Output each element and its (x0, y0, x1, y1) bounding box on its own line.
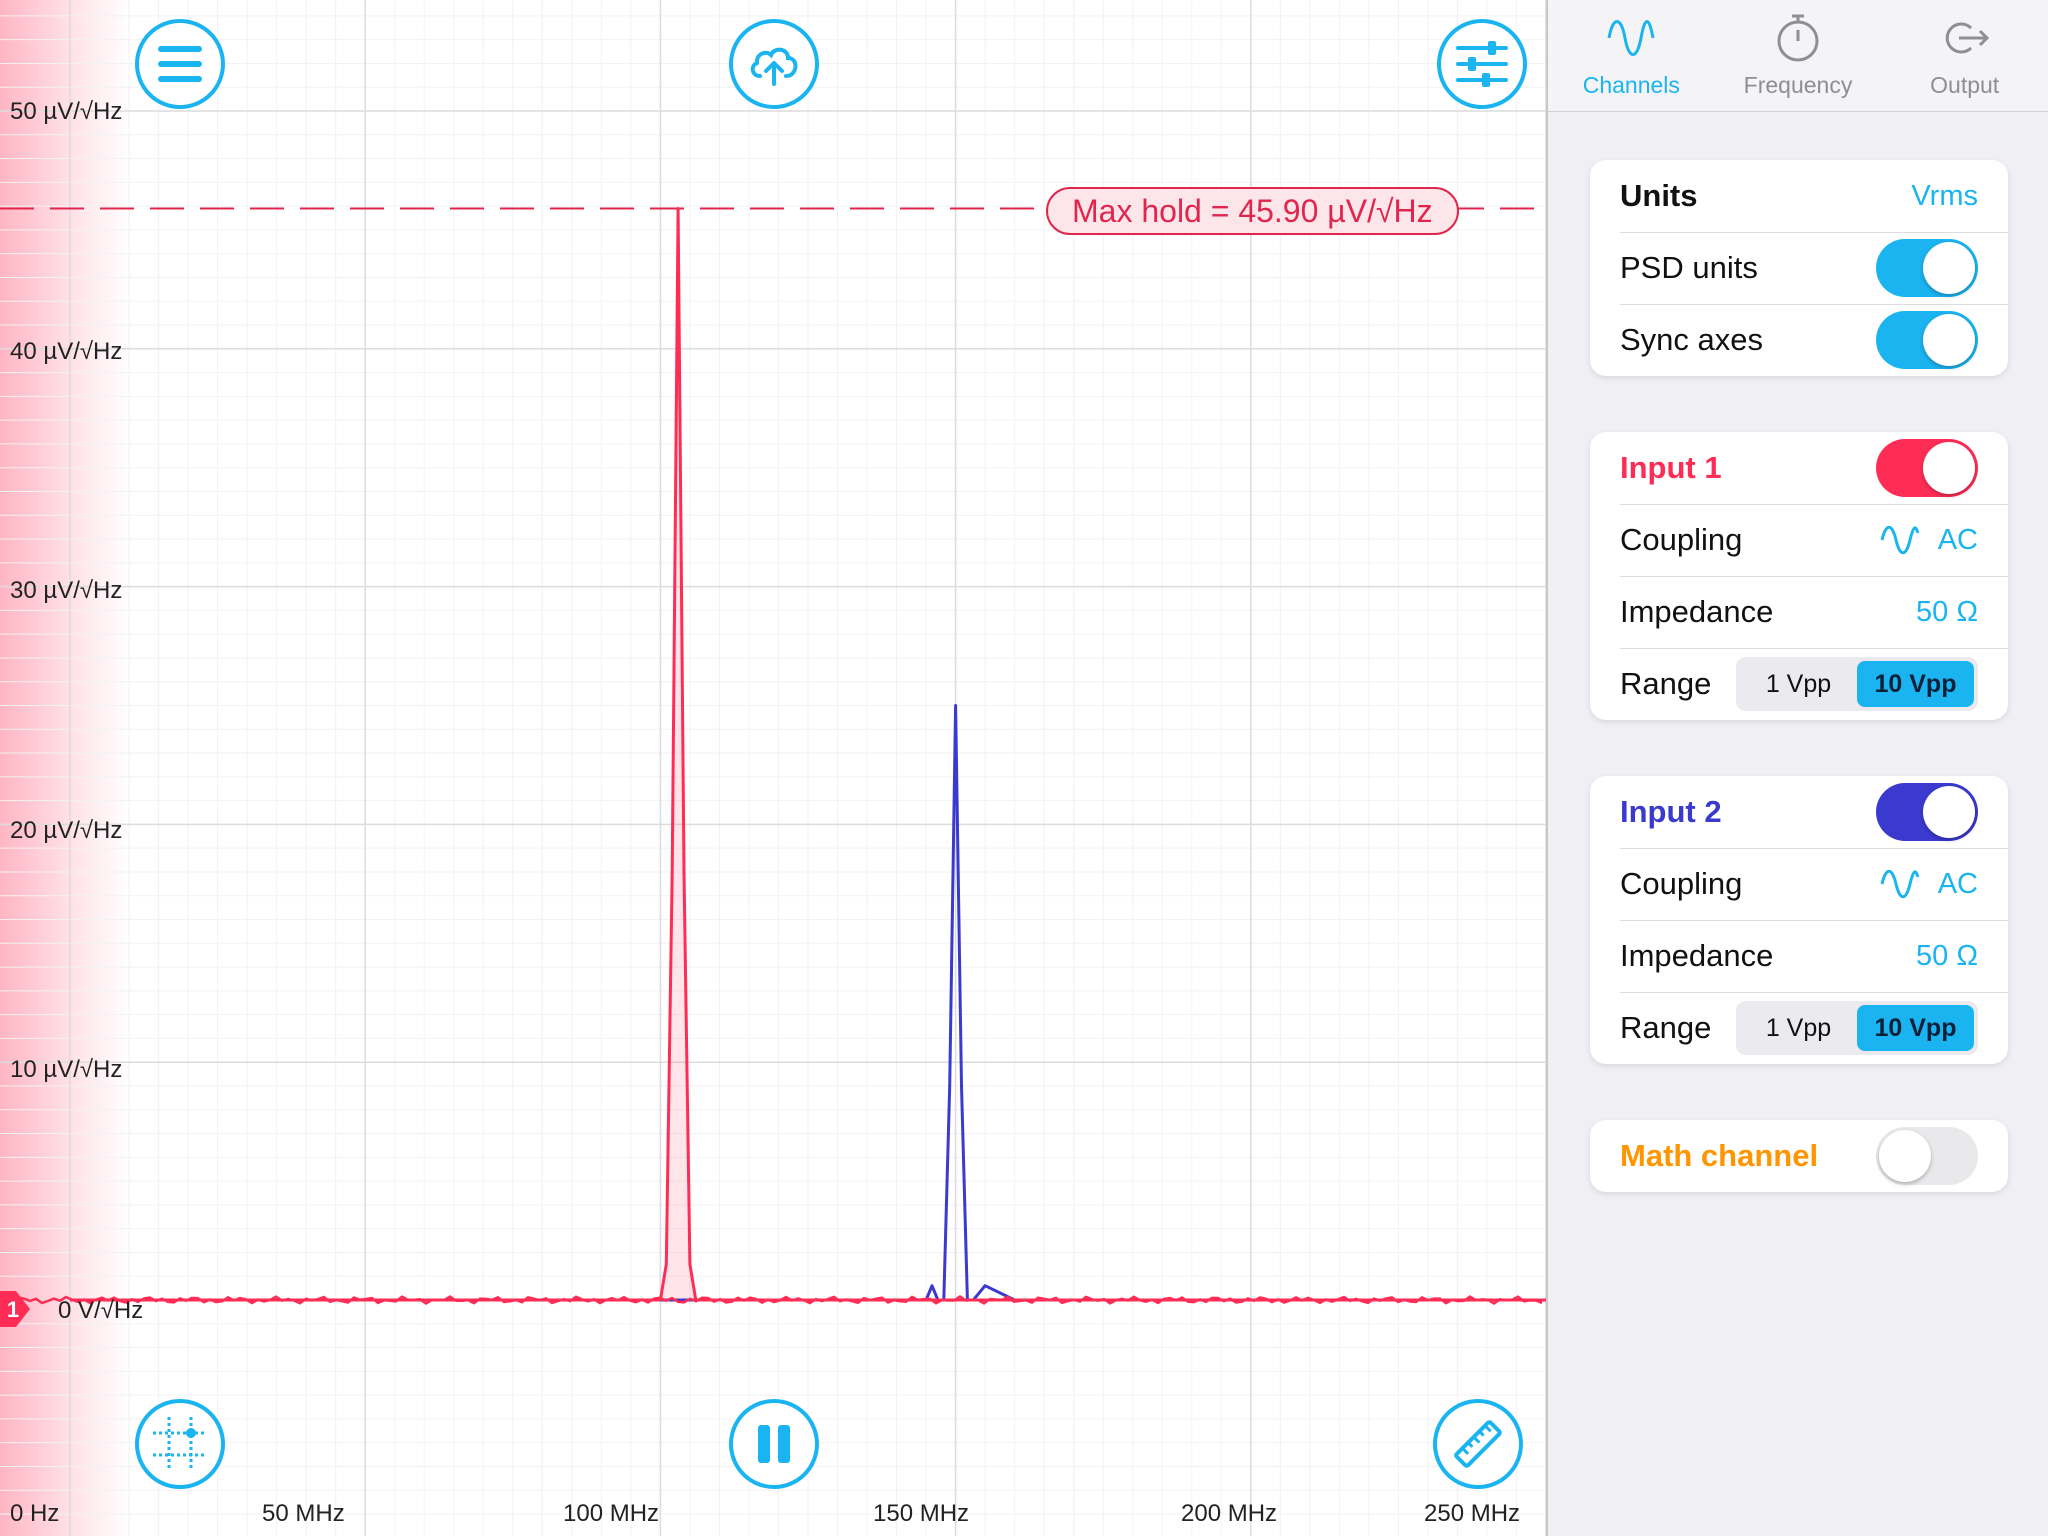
cursors-button[interactable] (135, 1399, 225, 1489)
y-tick-label: 10 µV/√Hz (10, 1056, 123, 1083)
grid-cursor-icon (153, 1417, 207, 1471)
units-card: Units Vrms PSD units Sync axes (1590, 160, 2008, 376)
output-arrow-icon (1945, 22, 1989, 54)
channel-marker-number: 1 (7, 1297, 19, 1322)
coupling-value[interactable]: AC (1938, 868, 1978, 901)
range-segmented-control: 1 Vpp 10 Vpp (1736, 657, 1978, 711)
range-option-10vpp[interactable]: 10 Vpp (1857, 1005, 1974, 1051)
math-channel-row: Math channel (1590, 1120, 2008, 1192)
y-tick-label: 20 µV/√Hz (10, 817, 123, 844)
sync-axes-label: Sync axes (1620, 322, 1764, 357)
tab-label: Output (1930, 72, 2000, 98)
impedance-value[interactable]: 50 Ω (1916, 596, 1978, 629)
spectrum-plot[interactable]: 50 µV/√Hz 40 µV/√Hz 30 µV/√Hz 20 µV/√Hz … (0, 0, 1546, 1536)
impedance-label: Impedance (1620, 938, 1774, 973)
psd-units-label: PSD units (1620, 250, 1758, 285)
settings-sidebar: Channels Frequency Output Units Vrms PSD… (1546, 0, 2048, 1536)
sync-axes-toggle[interactable] (1876, 311, 1978, 369)
max-hold-badge[interactable]: Max hold = 45.90 µV/√Hz (1046, 187, 1459, 235)
units-title: Units (1620, 178, 1698, 213)
sidebar-tabbar: Channels Frequency Output (1548, 0, 2048, 112)
psd-units-toggle[interactable] (1876, 239, 1978, 297)
input-2-header-row: Input 2 (1590, 776, 2008, 848)
input-1-impedance-row[interactable]: Impedance 50 Ω (1590, 576, 2008, 648)
coupling-label: Coupling (1620, 522, 1743, 557)
sine-wave-icon (1880, 525, 1920, 555)
upload-button[interactable] (729, 19, 819, 109)
baseline-noise (0, 1294, 1543, 1305)
input-2-coupling-row[interactable]: Coupling AC (1590, 848, 2008, 920)
psd-units-row: PSD units (1590, 232, 2008, 304)
y-tick-label: 40 µV/√Hz (10, 338, 123, 365)
input-2-toggle[interactable] (1876, 783, 1978, 841)
cloud-upload-icon (750, 47, 798, 86)
input-1-header-row: Input 1 (1590, 432, 2008, 504)
y-tick-label: 50 µV/√Hz (10, 98, 123, 125)
input-2-impedance-row[interactable]: Impedance 50 Ω (1590, 920, 2008, 992)
impedance-label: Impedance (1620, 594, 1774, 629)
sync-axes-row: Sync axes (1590, 304, 2008, 376)
tab-label: Frequency (1743, 72, 1853, 98)
input-2-range-row: Range 1 Vpp 10 Vpp (1590, 992, 2008, 1064)
coupling-label: Coupling (1620, 866, 1743, 901)
x-tick-label: 250 MHz (1424, 1500, 1521, 1527)
menu-button[interactable] (135, 19, 225, 109)
stopwatch-icon (1777, 14, 1819, 62)
sine-wave-icon (1880, 869, 1920, 899)
x-tick-label: 50 MHz (262, 1500, 345, 1527)
pause-icon (758, 1425, 790, 1463)
tab-frequency[interactable]: Frequency (1715, 0, 1882, 111)
math-channel-title: Math channel (1620, 1138, 1819, 1173)
impedance-value[interactable]: 50 Ω (1916, 940, 1978, 973)
input-1-coupling-row[interactable]: Coupling AC (1590, 504, 2008, 576)
settings-button[interactable] (1437, 19, 1527, 109)
range-option-1vpp[interactable]: 1 Vpp (1740, 1005, 1857, 1051)
math-channel-toggle[interactable] (1876, 1127, 1978, 1185)
x-tick-label: 150 MHz (873, 1500, 970, 1527)
input-1-range-row: Range 1 Vpp 10 Vpp (1590, 648, 2008, 720)
x-tick-label: 0 Hz (10, 1500, 60, 1527)
math-channel-card: Math channel (1590, 1120, 2008, 1192)
sine-wave-icon (1607, 20, 1655, 56)
tab-channels[interactable]: Channels (1548, 0, 1715, 111)
ruler-icon (1454, 1420, 1502, 1468)
y-tick-label: 30 µV/√Hz (10, 577, 123, 604)
input-1-card: Input 1 Coupling AC Impedance 50 Ω Range… (1590, 432, 2008, 720)
measure-button[interactable] (1433, 1399, 1523, 1489)
input-1-title: Input 1 (1620, 450, 1722, 485)
input-1-toggle[interactable] (1876, 439, 1978, 497)
sliders-icon (1456, 41, 1508, 87)
range-option-1vpp[interactable]: 1 Vpp (1740, 661, 1857, 707)
range-option-10vpp[interactable]: 10 Vpp (1857, 661, 1974, 707)
input-2-title: Input 2 (1620, 794, 1722, 829)
menu-icon (158, 46, 202, 82)
range-label: Range (1620, 666, 1712, 701)
zero-level-label: 0 V/√Hz (58, 1297, 144, 1324)
tab-output[interactable]: Output (1881, 0, 2048, 111)
tab-label: Channels (1582, 72, 1680, 98)
range-segmented-control: 1 Vpp 10 Vpp (1736, 1001, 1978, 1055)
range-label: Range (1620, 1010, 1712, 1045)
coupling-value[interactable]: AC (1938, 524, 1978, 557)
units-row[interactable]: Units Vrms (1590, 160, 2008, 232)
x-tick-label: 100 MHz (563, 1500, 660, 1527)
x-tick-label: 200 MHz (1181, 1500, 1278, 1527)
pause-button[interactable] (729, 1399, 819, 1489)
units-value[interactable]: Vrms (1911, 180, 1978, 213)
channel-1-offset-marker[interactable]: 1 (0, 1291, 30, 1327)
input-2-card: Input 2 Coupling AC Impedance 50 Ω Range… (1590, 776, 2008, 1064)
